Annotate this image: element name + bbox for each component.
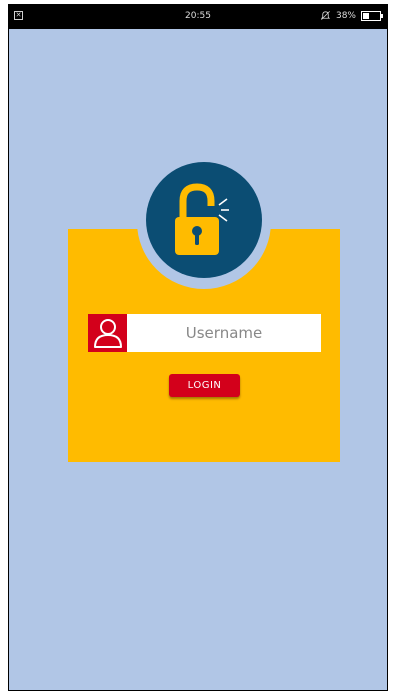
battery-fill [363,12,370,19]
bell-off-icon [320,11,331,20]
unlock-icon [175,183,229,255]
battery-percent: 38% [335,10,356,21]
username-row [88,314,321,352]
login-button[interactable]: LOGIN [169,374,240,397]
user-icon [88,314,127,352]
battery-icon [361,10,383,21]
phone-screen: ✕ 20:55 38% L [8,4,388,691]
user-icon-graphic [93,319,122,348]
status-right: 38% [320,10,383,21]
username-input[interactable] [127,314,321,352]
status-bar: ✕ 20:55 38% [9,5,387,29]
